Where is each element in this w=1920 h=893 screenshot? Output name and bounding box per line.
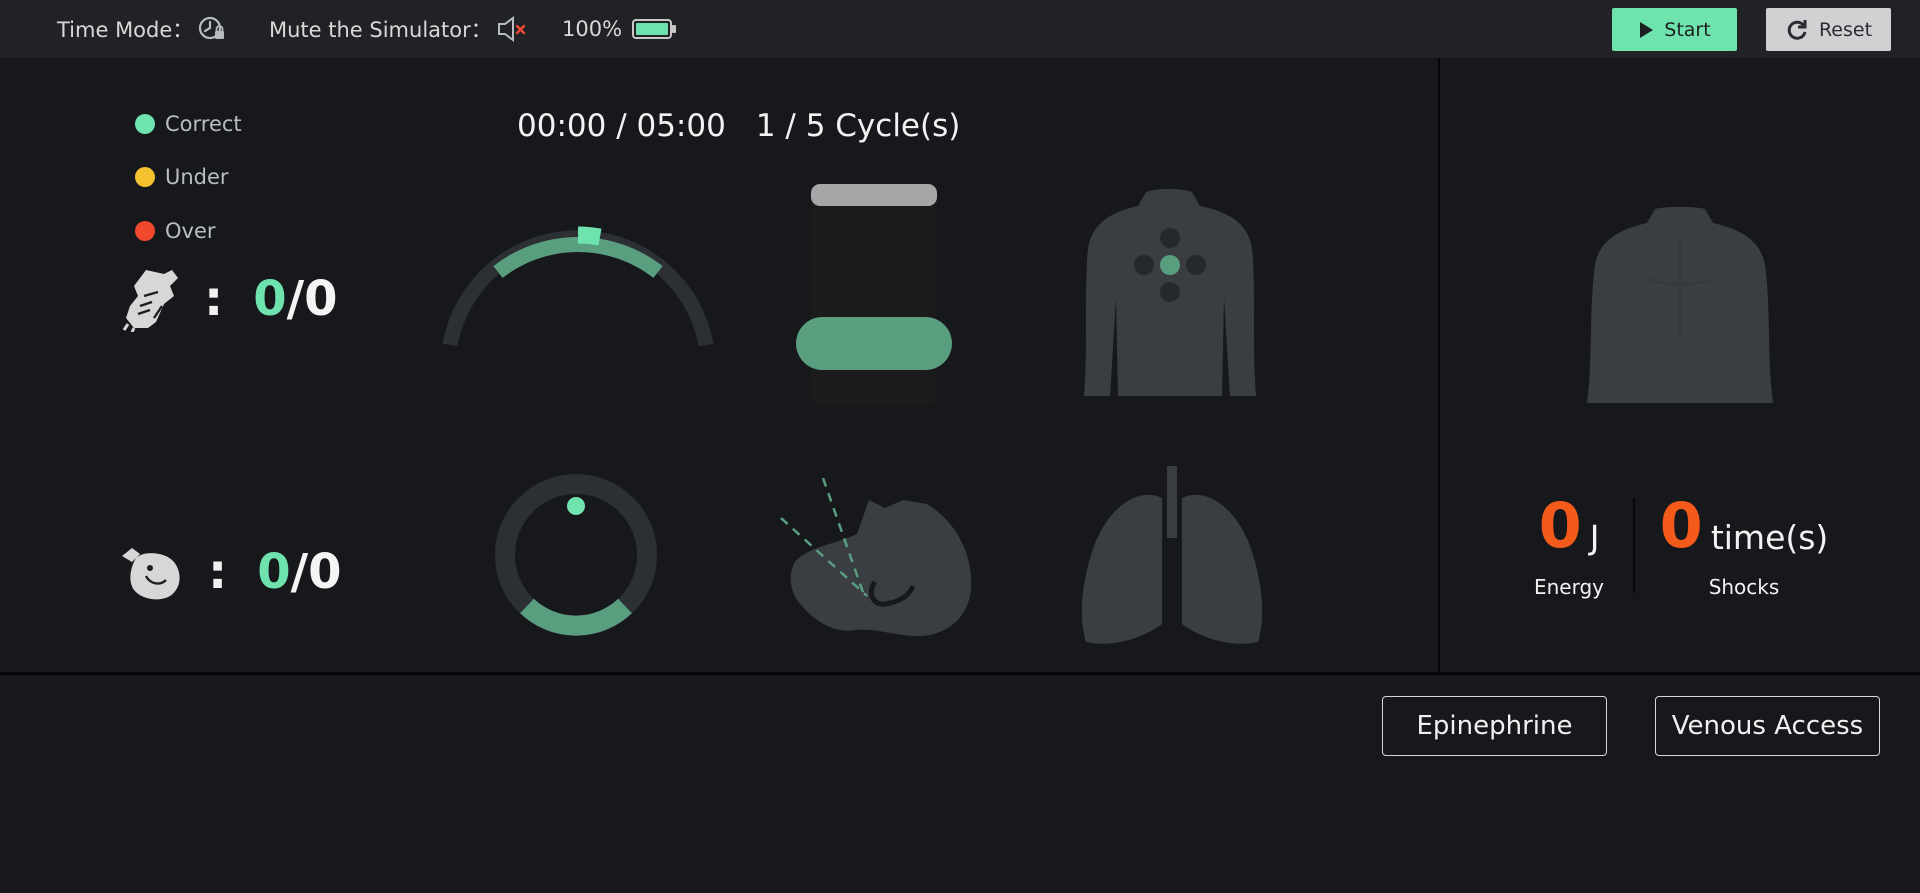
ventilation-total: /0 — [290, 544, 342, 600]
compression-score: : 0 /0 — [120, 266, 338, 332]
legend-over-label: Over — [165, 219, 216, 243]
compression-colon: : — [204, 271, 224, 327]
defibrillation-torso — [1587, 207, 1773, 403]
position-dot-left — [1134, 255, 1154, 275]
mute-label: Mute the Simulator： — [269, 18, 492, 42]
readout-separator — [1633, 498, 1635, 593]
ventilation-colon: : — [208, 544, 228, 600]
lungs-icon — [1081, 466, 1263, 644]
legend-correct: Correct — [135, 112, 242, 136]
panel-divider-vertical — [1438, 58, 1440, 672]
top-bar: Time Mode： Mute the Simulator： 100% Star… — [0, 0, 1920, 58]
ventilation-face-icon — [122, 548, 180, 600]
elapsed-time: 00:00 / 05:00 — [517, 108, 726, 144]
legend-over: Over — [135, 219, 216, 243]
mute-simulator[interactable]: Mute the Simulator： — [269, 0, 528, 58]
energy-label: Energy — [1533, 575, 1605, 599]
panel-divider-horizontal — [0, 672, 1920, 675]
reset-icon — [1787, 19, 1807, 40]
legend-correct-label: Correct — [165, 112, 242, 136]
venous-access-label: Venous Access — [1671, 711, 1864, 741]
depth-bar-top-cap — [811, 184, 937, 206]
epinephrine-label: Epinephrine — [1416, 711, 1573, 741]
legend-under-label: Under — [165, 165, 229, 189]
position-dot-right — [1186, 255, 1206, 275]
position-dot-bottom — [1160, 282, 1180, 302]
over-dot — [135, 221, 155, 241]
speaker-muted-icon[interactable] — [496, 16, 528, 42]
position-dot-center — [1160, 255, 1180, 275]
compression-depth-track — [811, 184, 937, 406]
energy-readout: 0 J Energy — [1526, 489, 1612, 600]
compression-depth-indicator — [796, 317, 952, 370]
start-button[interactable]: Start — [1612, 8, 1737, 51]
position-dot-top — [1160, 228, 1180, 248]
reset-label: Reset — [1818, 18, 1873, 41]
ventilation-ring-gauge — [495, 474, 657, 636]
compression-correct: 0 — [253, 271, 287, 327]
battery-icon — [632, 18, 678, 40]
airway-head-tilt-icon — [780, 478, 972, 637]
time-mode[interactable]: Time Mode： — [57, 0, 227, 58]
reset-button[interactable]: Reset — [1766, 8, 1891, 51]
cycle-count: 1 / 5 Cycle(s) — [755, 108, 961, 144]
ventilation-score: : 0 /0 — [120, 544, 342, 600]
epinephrine-button[interactable]: Epinephrine — [1382, 696, 1607, 756]
battery-status: 100% — [562, 0, 678, 58]
play-icon — [1640, 21, 1654, 38]
compression-rate-gauge — [442, 226, 714, 347]
ventilation-indicator-dot — [567, 497, 585, 515]
energy-unit: J — [1589, 518, 1600, 557]
legend-under: Under — [135, 165, 229, 189]
time-mode-label: Time Mode： — [57, 18, 194, 42]
hand-position-torso — [1084, 189, 1256, 396]
under-dot — [135, 167, 155, 187]
venous-access-button[interactable]: Venous Access — [1655, 696, 1880, 756]
shocks-unit: time(s) — [1710, 518, 1829, 557]
compression-hands-icon — [122, 270, 178, 332]
shocks-label: Shocks — [1708, 575, 1780, 599]
shocks-readout: 0 time(s) Shocks — [1654, 489, 1834, 600]
correct-dot — [135, 114, 155, 134]
compression-total: /0 — [286, 271, 338, 327]
battery-percent: 100% — [562, 17, 623, 41]
session-timer: 00:00 / 05:00 1 / 5 Cycle(s) — [517, 108, 960, 144]
start-label: Start — [1664, 18, 1711, 41]
ventilation-correct: 0 — [257, 544, 291, 600]
energy-value: 0 — [1538, 489, 1582, 562]
clock-lock-icon[interactable] — [197, 14, 227, 44]
shocks-value: 0 — [1659, 489, 1703, 562]
